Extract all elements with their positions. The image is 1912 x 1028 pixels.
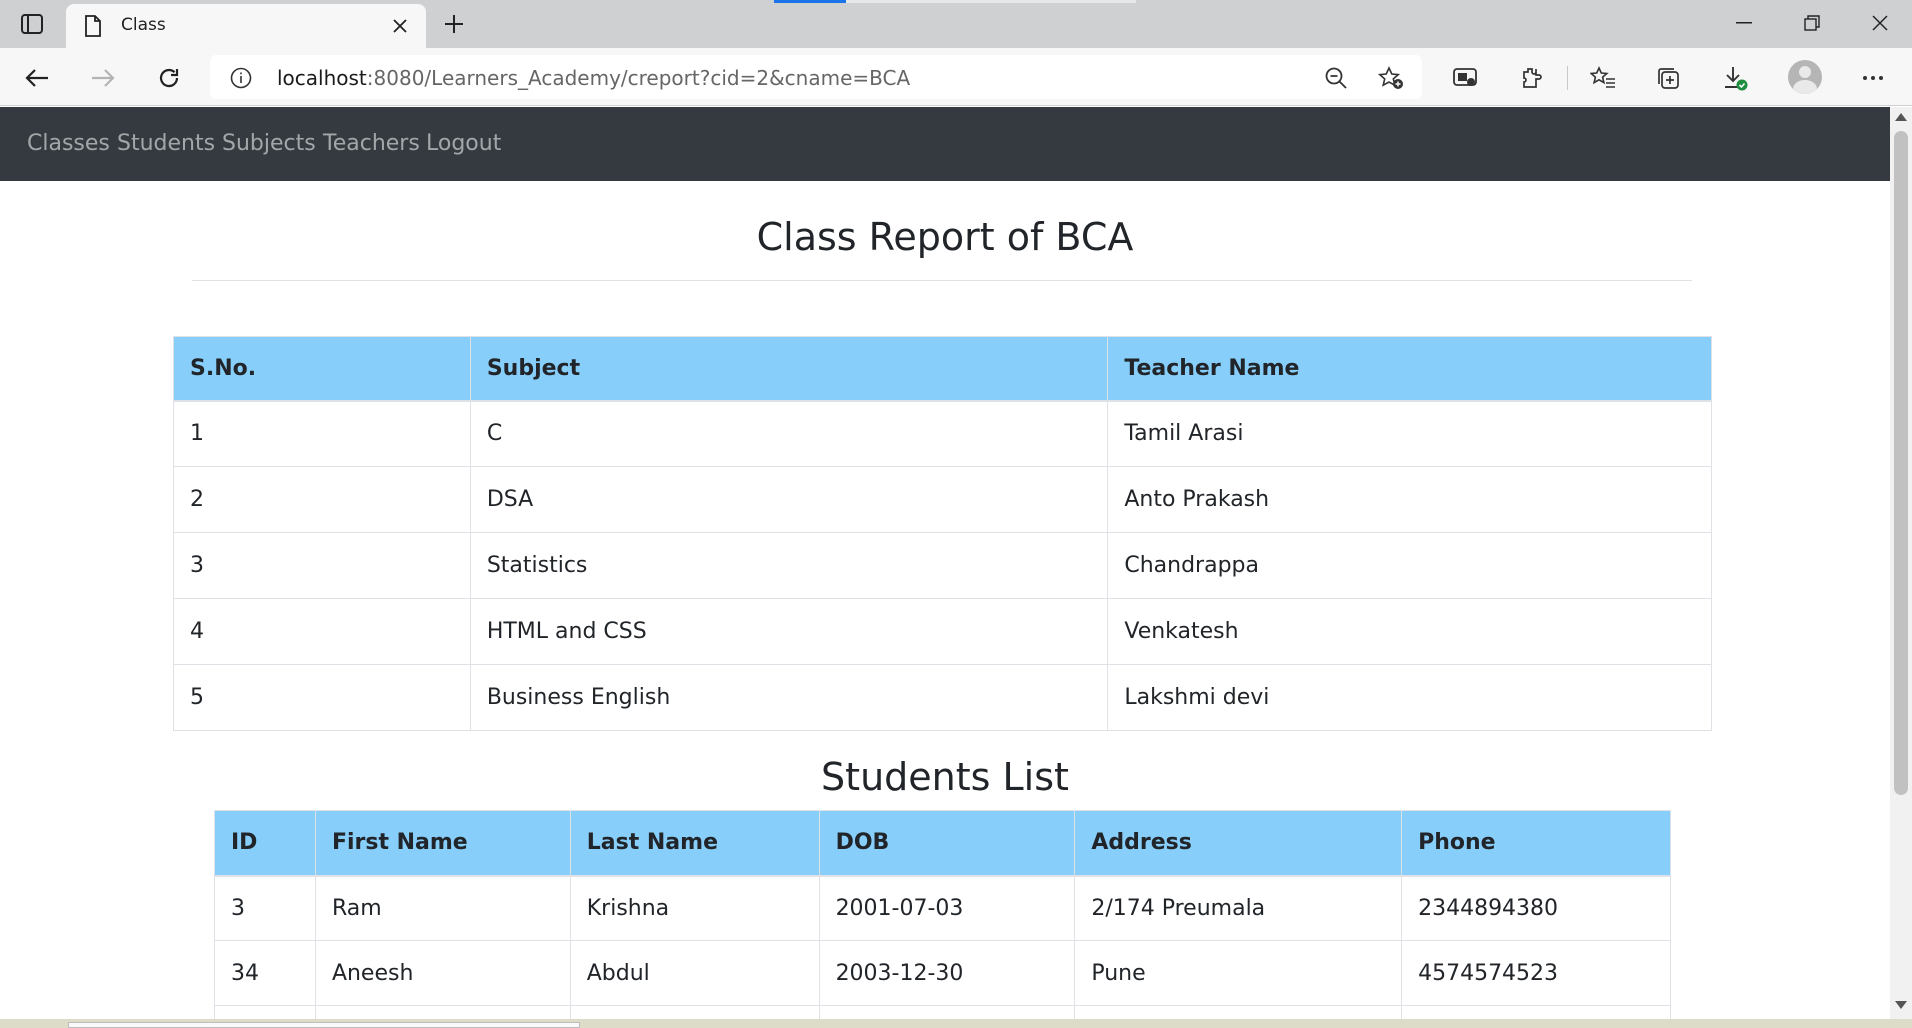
profile-avatar[interactable] bbox=[1788, 60, 1822, 94]
nav-link-subjects[interactable]: Subjects bbox=[222, 131, 316, 156]
table-cell bbox=[569, 1005, 820, 1019]
minimize-icon[interactable] bbox=[1720, 8, 1768, 38]
table-cell: 1 bbox=[173, 400, 471, 467]
table-cell: Tamil Arasi bbox=[1107, 400, 1712, 467]
table-row: 34 Aneesh Abdul 2003-12-30 Pune 45745745… bbox=[214, 940, 1671, 1006]
table-cell: Abdul bbox=[569, 940, 820, 1006]
scroll-up-arrow-icon[interactable] bbox=[1895, 113, 1907, 121]
table-cell: C bbox=[469, 400, 1109, 467]
table-cell: DSA bbox=[469, 466, 1109, 533]
column-header: ID bbox=[214, 810, 316, 877]
table-cell bbox=[314, 1005, 571, 1019]
restore-icon[interactable] bbox=[1788, 8, 1836, 38]
table-cell: Chandrappa bbox=[1107, 532, 1712, 599]
close-window-icon[interactable] bbox=[1856, 8, 1904, 38]
column-header: DOB bbox=[818, 810, 1076, 877]
table-cell: Anto Prakash bbox=[1107, 466, 1712, 533]
vertical-scrollbar[interactable] bbox=[1890, 107, 1912, 1019]
extensions-icon[interactable] bbox=[1514, 61, 1548, 95]
address-bar[interactable]: localhost:8080/Learners_Academy/creport?… bbox=[210, 55, 1422, 99]
table-cell: 3 bbox=[173, 532, 471, 599]
favorites-icon[interactable] bbox=[1586, 61, 1620, 95]
column-header: Subject bbox=[469, 336, 1109, 402]
table-cell: Statistics bbox=[469, 532, 1109, 599]
table-row: 4 HTML and CSS Venkatesh bbox=[173, 598, 1712, 665]
table-cell: 34 bbox=[214, 940, 316, 1006]
zoom-out-icon[interactable] bbox=[1324, 66, 1348, 94]
table-row bbox=[214, 1005, 1671, 1019]
refresh-icon[interactable] bbox=[152, 61, 186, 95]
table-header-row: S.No. Subject Teacher Name bbox=[173, 336, 1712, 402]
nav-link-teachers[interactable]: Teachers bbox=[323, 131, 420, 156]
scrollbar-thumb[interactable] bbox=[1894, 131, 1908, 795]
table-cell: 4574574523 bbox=[1401, 940, 1671, 1006]
browser-toolbar: localhost:8080/Learners_Academy/creport?… bbox=[0, 48, 1912, 106]
table-row: 1 C Tamil Arasi bbox=[173, 400, 1712, 467]
status-strip bbox=[0, 1019, 1912, 1028]
table-row: 5 Business English Lakshmi devi bbox=[173, 664, 1712, 731]
column-header: First Name bbox=[314, 810, 571, 877]
top-navbar: Classes Students Subjects Teachers Logou… bbox=[0, 107, 1890, 181]
table-header-row: ID First Name Last Name DOB Address Phon… bbox=[214, 810, 1671, 877]
table-cell: 2 bbox=[173, 466, 471, 533]
table-cell bbox=[1401, 1005, 1671, 1019]
url-text[interactable]: localhost:8080/Learners_Academy/creport?… bbox=[277, 66, 910, 90]
table-cell: Business English bbox=[469, 664, 1109, 731]
table-row: 3 Statistics Chandrappa bbox=[173, 532, 1712, 599]
table-cell: Ram bbox=[314, 875, 571, 941]
new-tab-icon[interactable] bbox=[440, 10, 468, 38]
loading-indicator bbox=[774, 0, 1136, 3]
table-cell bbox=[818, 1005, 1076, 1019]
table-cell bbox=[214, 1005, 316, 1019]
students-list-heading: Students List bbox=[821, 755, 1069, 799]
forward-arrow-icon[interactable] bbox=[86, 61, 120, 95]
table-cell: Pune bbox=[1074, 940, 1403, 1006]
table-cell bbox=[1074, 1005, 1403, 1019]
page-viewport: Classes Students Subjects Teachers Logou… bbox=[0, 107, 1912, 1019]
column-header: S.No. bbox=[173, 336, 471, 402]
column-header: Address bbox=[1074, 810, 1403, 877]
title-divider bbox=[192, 280, 1692, 281]
table-cell: Lakshmi devi bbox=[1107, 664, 1712, 731]
tab-title: Class bbox=[121, 15, 166, 35]
column-header: Teacher Name bbox=[1107, 336, 1712, 402]
column-header: Last Name bbox=[569, 810, 820, 877]
table-cell: Aneesh bbox=[314, 940, 571, 1006]
nav-link-logout[interactable]: Logout bbox=[426, 131, 501, 156]
browser-tab-bar: Class bbox=[0, 0, 1912, 48]
nav-link-classes[interactable]: Classes bbox=[27, 131, 110, 156]
close-tab-icon[interactable] bbox=[388, 14, 412, 38]
subjects-table: S.No. Subject Teacher Name 1 C Tamil Ara… bbox=[173, 336, 1712, 731]
downloads-icon[interactable] bbox=[1718, 61, 1752, 95]
table-cell: Venkatesh bbox=[1107, 598, 1712, 665]
browser-tab[interactable]: Class bbox=[66, 4, 426, 48]
column-header: Phone bbox=[1401, 810, 1671, 877]
collections-icon[interactable] bbox=[1652, 61, 1686, 95]
scroll-down-arrow-icon[interactable] bbox=[1895, 1001, 1907, 1009]
add-favorite-icon[interactable] bbox=[1377, 66, 1404, 94]
table-row: 3 Ram Krishna 2001-07-03 2/174 Preumala … bbox=[214, 875, 1671, 941]
tab-actions-icon[interactable] bbox=[14, 10, 50, 38]
table-cell: Krishna bbox=[569, 875, 820, 941]
table-cell: 2344894380 bbox=[1401, 875, 1671, 941]
table-row: 2 DSA Anto Prakash bbox=[173, 466, 1712, 533]
students-table: ID First Name Last Name DOB Address Phon… bbox=[214, 810, 1671, 1019]
more-options-icon[interactable] bbox=[1856, 61, 1890, 95]
copilot-icon[interactable] bbox=[1448, 61, 1482, 95]
table-cell: 3 bbox=[214, 875, 316, 941]
table-cell: 4 bbox=[173, 598, 471, 665]
table-cell: 2/174 Preumala bbox=[1074, 875, 1403, 941]
table-cell: 5 bbox=[173, 664, 471, 731]
toolbar-divider bbox=[1567, 66, 1568, 90]
back-arrow-icon[interactable] bbox=[20, 61, 54, 95]
table-cell: 2001-07-03 bbox=[818, 875, 1076, 941]
nav-link-students[interactable]: Students bbox=[117, 131, 215, 156]
page-title: Class Report of BCA bbox=[756, 215, 1134, 259]
table-cell: HTML and CSS bbox=[469, 598, 1109, 665]
table-cell: 2003-12-30 bbox=[818, 940, 1076, 1006]
site-info-icon[interactable] bbox=[230, 67, 252, 93]
page-icon bbox=[84, 15, 102, 41]
